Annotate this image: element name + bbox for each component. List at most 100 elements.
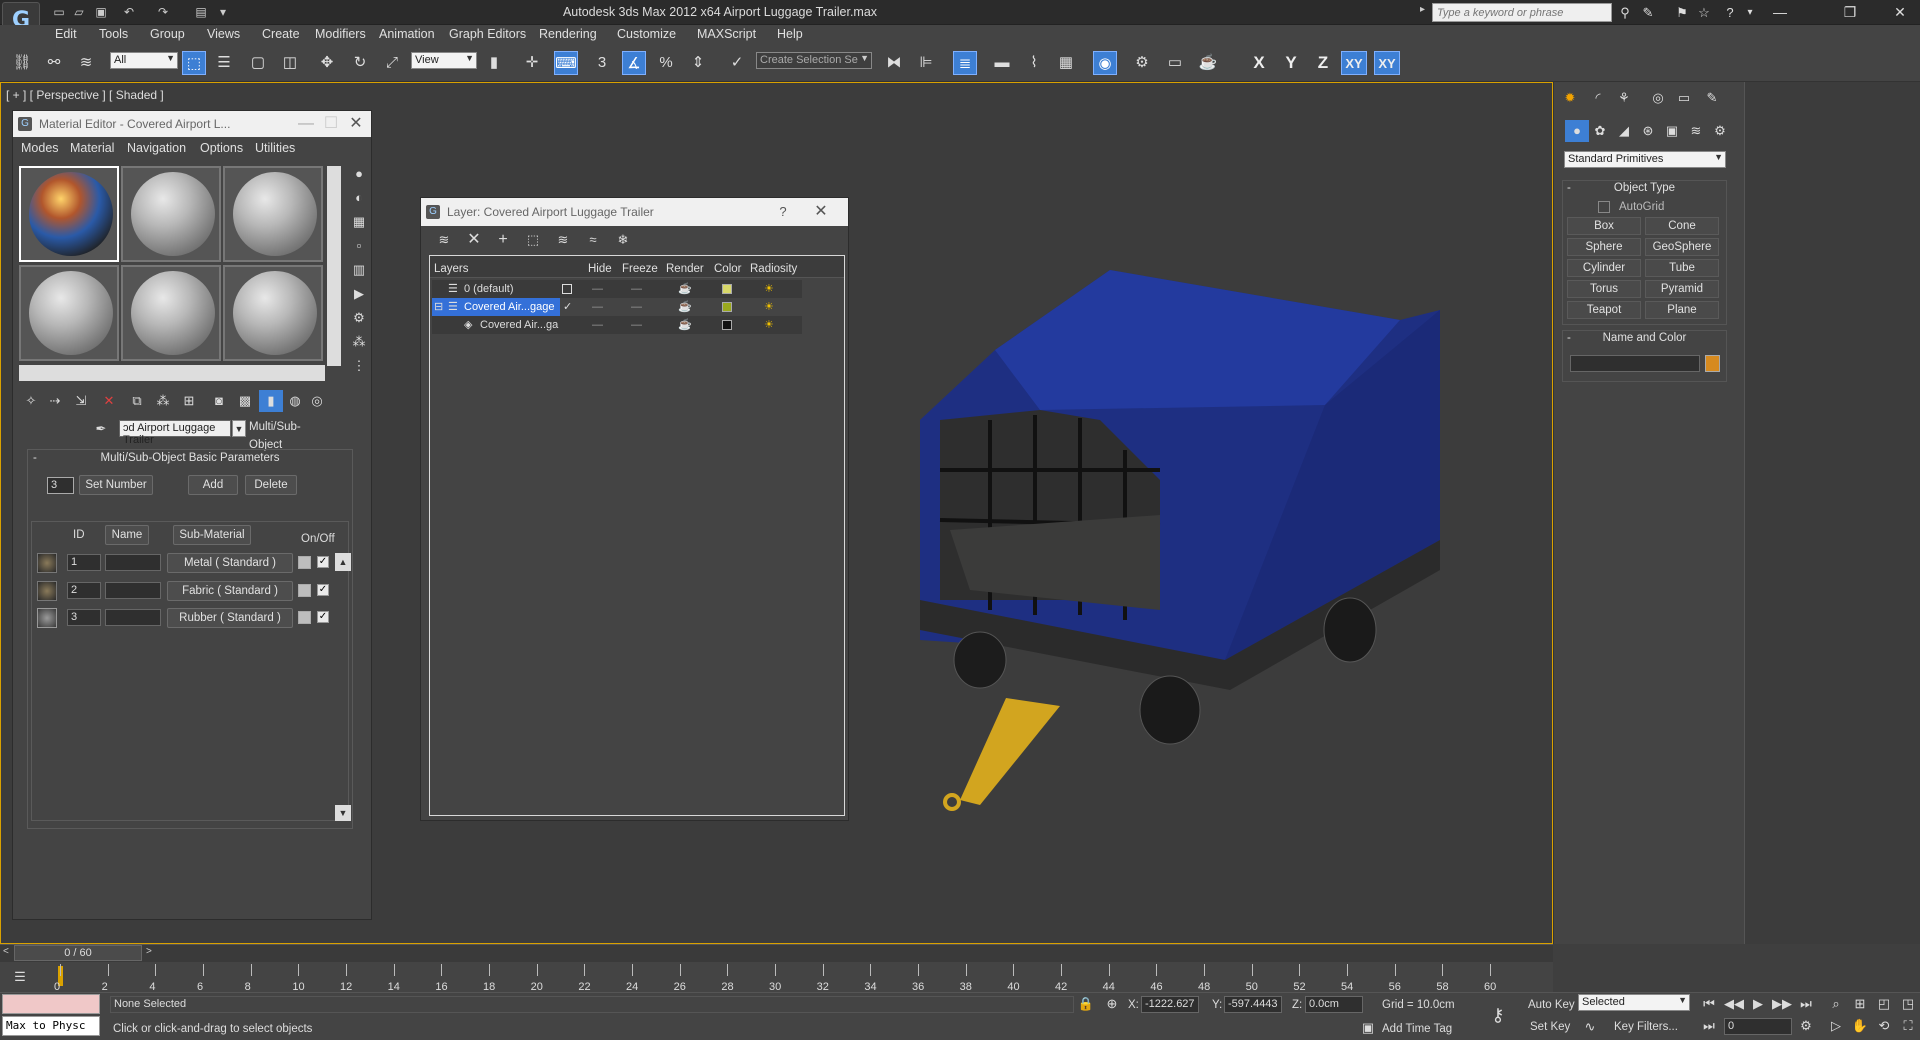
show-in-viewport-icon[interactable]: ▩ <box>233 390 257 412</box>
select-object-icon[interactable]: ⬚ <box>182 51 206 75</box>
render-production-icon[interactable]: ☕ <box>1196 51 1220 75</box>
help-icon[interactable]: ? <box>1720 4 1740 21</box>
render-teapot-icon[interactable]: ☕ <box>678 298 692 316</box>
expand-minus-icon[interactable]: ⊟ <box>434 298 443 316</box>
box-button[interactable]: Box <box>1567 217 1641 235</box>
video-color-check-icon[interactable]: ▥ <box>347 259 371 281</box>
autogrid-checkbox[interactable] <box>1598 201 1610 213</box>
col-radiosity[interactable]: Radiosity <box>750 258 797 280</box>
render-teapot-icon[interactable]: ☕ <box>678 280 692 298</box>
play-icon[interactable]: ▶ <box>1746 993 1770 1015</box>
sample-uv-tiling-icon[interactable]: ▫ <box>347 235 371 257</box>
current-frame-field[interactable]: 0 <box>1724 1018 1792 1035</box>
search-expand-icon[interactable]: ▸ <box>1420 4 1430 21</box>
sub-color-swatch[interactable] <box>298 611 311 624</box>
subscription-icon[interactable]: ✎ <box>1638 4 1658 21</box>
space-warps-icon[interactable]: ≋ <box>1684 120 1708 142</box>
create-new-layer-icon[interactable]: ≋ <box>432 229 456 251</box>
zoom-extents-all-icon[interactable]: ◳ <box>1896 993 1920 1015</box>
backlight-icon[interactable]: ◐ <box>347 187 371 209</box>
teapot-button[interactable]: Teapot <box>1567 301 1641 319</box>
radiosity-sun-icon[interactable]: ☀ <box>764 316 774 334</box>
object-name-field[interactable] <box>1570 355 1700 372</box>
motion-tab-icon[interactable]: ◎ <box>1646 87 1670 109</box>
select-manipulate-icon[interactable]: ✛ <box>520 51 544 75</box>
radiosity-sun-icon[interactable]: ☀ <box>764 298 774 316</box>
material-slot[interactable] <box>121 166 221 262</box>
menu-tools[interactable]: Tools <box>99 27 128 43</box>
pyramid-button[interactable]: Pyramid <box>1645 280 1719 298</box>
make-unique-icon[interactable]: ⁂ <box>151 390 175 412</box>
search-input[interactable] <box>1432 3 1612 22</box>
rollout-header[interactable]: - Multi/Sub-Object Basic Parameters <box>29 451 351 467</box>
add-button[interactable]: Add <box>188 475 238 495</box>
reset-material-icon[interactable]: ✕ <box>97 390 121 412</box>
luggage-trailer-model[interactable] <box>900 270 1460 830</box>
close-window-icon[interactable]: ✕ <box>1880 2 1920 22</box>
geosphere-button[interactable]: GeoSphere <box>1645 238 1719 256</box>
tube-button[interactable]: Tube <box>1645 259 1719 277</box>
select-and-scale-icon[interactable]: ⤢ <box>380 51 404 75</box>
layer-color-swatch[interactable] <box>722 284 732 294</box>
sub-name-field[interactable] <box>105 554 161 571</box>
sub-id-field[interactable]: 3 <box>67 609 101 626</box>
hide-toggle[interactable]: — <box>592 280 603 298</box>
previous-frame-icon[interactable]: ◀◀ <box>1722 993 1746 1015</box>
hide-all-layers-icon[interactable]: ≈ <box>581 229 605 251</box>
material-slot[interactable] <box>223 265 323 361</box>
object-type-header[interactable]: - Object Type <box>1563 181 1726 197</box>
restrict-xy-plane-button[interactable]: XY <box>1341 51 1367 75</box>
rectangular-selection-icon[interactable]: ▢ <box>246 51 270 75</box>
make-preview-icon[interactable]: ▶ <box>347 283 371 305</box>
menu-customize[interactable]: Customize <box>617 27 676 43</box>
default-tangents-icon[interactable]: ∿ <box>1578 1016 1602 1038</box>
maxscript-listener-field[interactable]: Max to Physc <box>2 1016 100 1036</box>
col-freeze[interactable]: Freeze <box>622 258 658 280</box>
named-selection-set-dropdown[interactable]: Create Selection Se ▼ <box>756 52 872 69</box>
radiosity-sun-icon[interactable]: ☀ <box>764 280 774 298</box>
sphere-button[interactable]: Sphere <box>1567 238 1641 256</box>
material-slot[interactable] <box>121 265 221 361</box>
assign-to-selection-icon[interactable]: ⇲ <box>69 390 93 412</box>
communication-center-icon[interactable]: ⚑ <box>1672 4 1692 21</box>
time-slider-next-icon[interactable]: > <box>146 946 152 957</box>
pan-view-icon[interactable]: ✋ <box>1848 1015 1872 1037</box>
checkmark-icon[interactable]: ✓ <box>563 298 572 316</box>
modify-tab-icon[interactable]: ◜ <box>1586 87 1610 109</box>
material-navigator-icon[interactable]: ⋮ <box>347 355 371 377</box>
zoom-all-icon[interactable]: ⊞ <box>1848 993 1872 1015</box>
object-color-swatch[interactable] <box>1705 355 1720 372</box>
bind-space-warp-icon[interactable]: ≋ <box>74 51 98 75</box>
number-of-materials-field[interactable]: 3 <box>47 477 74 494</box>
put-to-scene-icon[interactable]: ⇢ <box>43 390 67 412</box>
time-configuration-icon[interactable]: ⚙ <box>1794 1015 1818 1037</box>
lock-selection-icon[interactable]: 🔒 <box>1074 993 1098 1015</box>
reference-coordinate-dropdown[interactable]: View ▼ <box>411 52 477 69</box>
select-by-name-icon[interactable]: ☰ <box>212 51 236 75</box>
utilities-tab-icon[interactable]: ✎ <box>1700 87 1724 109</box>
material-editor-titlebar[interactable]: G Material Editor - Covered Airport L...… <box>13 111 371 137</box>
mat-menu-options[interactable]: Options <box>200 141 243 155</box>
select-and-move-icon[interactable]: ✥ <box>315 51 339 75</box>
sub-id-field[interactable]: 1 <box>67 554 101 571</box>
keyboard-shortcut-override-icon[interactable]: ⌨ <box>554 51 578 75</box>
rendered-frame-window-icon[interactable]: ▭ <box>1163 51 1187 75</box>
transform-type-in-icon[interactable]: ⊕ <box>1100 993 1124 1015</box>
menu-animation[interactable]: Animation <box>379 27 435 43</box>
layer-dialog-titlebar[interactable]: G Layer: Covered Airport Luggage Trailer… <box>421 198 848 226</box>
sub-material-button[interactable]: Metal ( Standard ) <box>167 553 293 573</box>
material-slot[interactable] <box>19 265 119 361</box>
highlight-selected-layer-icon[interactable]: ≋ <box>551 229 575 251</box>
binoculars-icon[interactable]: ⚲ <box>1615 4 1635 21</box>
helpers-icon[interactable]: ▣ <box>1660 120 1684 142</box>
chevron-up-icon[interactable]: ▲ <box>335 553 351 571</box>
material-name-field[interactable]: ɔd Airport Luggage Trailer <box>119 420 231 446</box>
x-coordinate-field[interactable]: -1222.627 <box>1141 996 1199 1013</box>
pick-material-eyedropper-icon[interactable]: ✒ <box>89 418 113 440</box>
slots-vertical-scrollbar[interactable] <box>327 166 341 366</box>
field-of-view-icon[interactable]: ▷ <box>1824 1015 1848 1037</box>
chevron-down-icon[interactable]: ▼ <box>232 420 246 437</box>
shapes-icon[interactable]: ✿ <box>1588 120 1612 142</box>
layer-list-area[interactable] <box>429 255 845 816</box>
favorites-star-icon[interactable]: ☆ <box>1694 4 1714 21</box>
